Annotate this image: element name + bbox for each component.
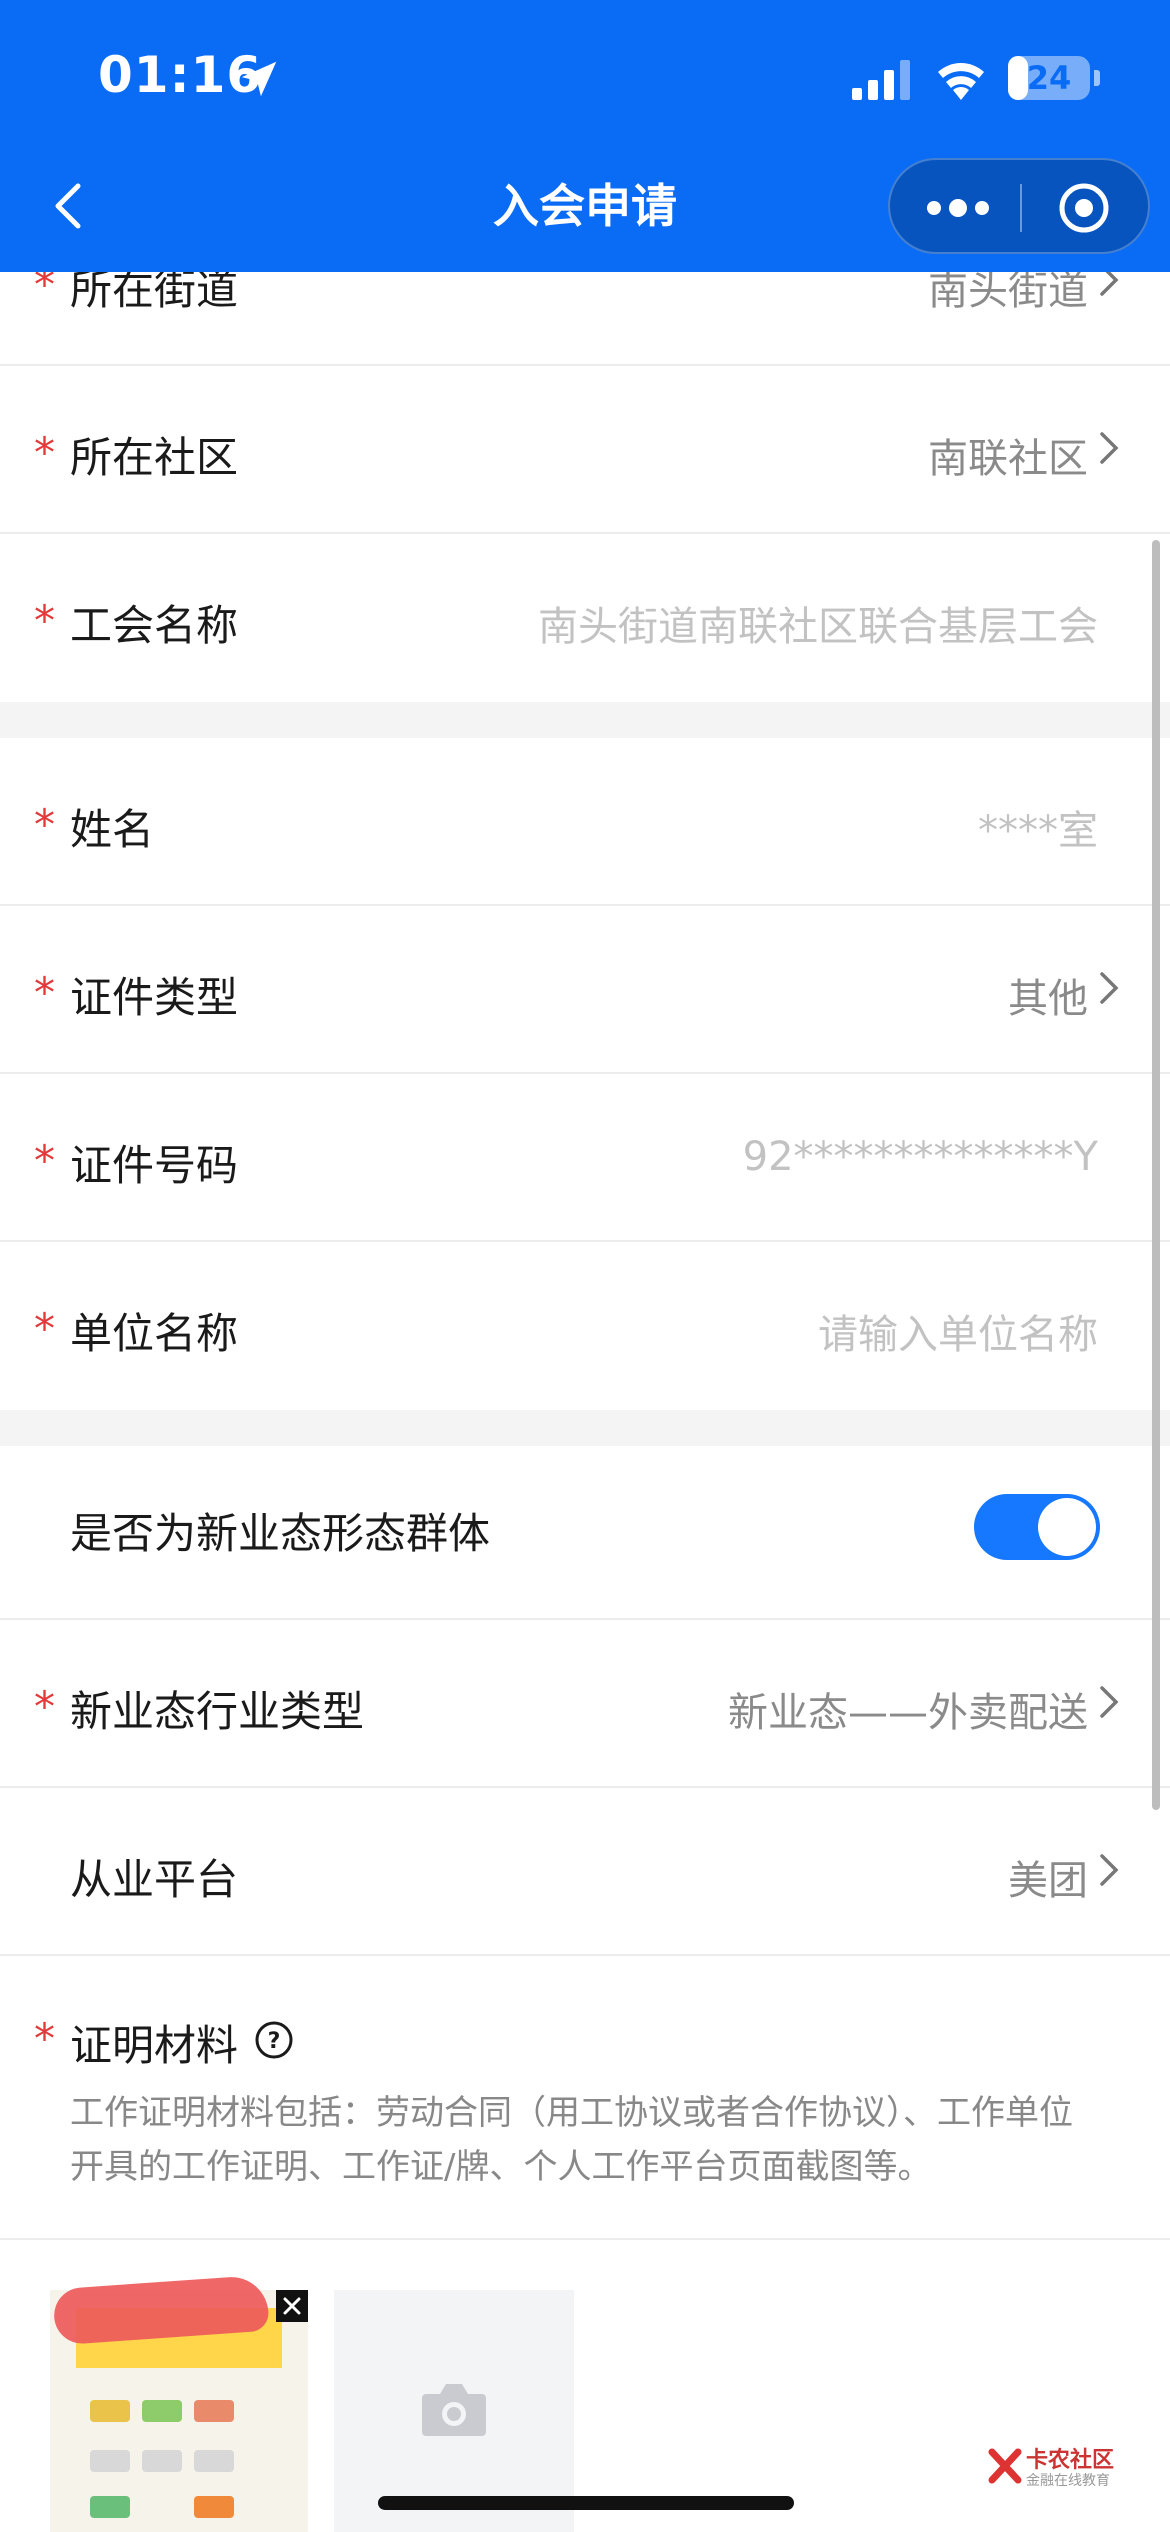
required-mark: * <box>34 1136 55 1185</box>
section-gap <box>0 1410 1170 1446</box>
wifi-icon <box>938 63 984 100</box>
watermark: 卡农社区 金融在线教育 <box>988 2440 1158 2496</box>
required-mark: * <box>34 428 55 477</box>
employer-input[interactable]: 请输入单位名称 <box>818 1302 1098 1360</box>
toggle-knob <box>1038 1498 1096 1556</box>
miniprogram-capsule <box>888 158 1150 254</box>
thumbnail-tile <box>90 2400 130 2422</box>
required-mark: * <box>34 2014 55 2063</box>
name-value[interactable]: ****室 <box>978 798 1098 856</box>
id-type-value: 其他 <box>1008 976 1088 1022</box>
new-business-toggle[interactable] <box>974 1494 1100 1560</box>
chevron-right-icon <box>1100 972 1119 1004</box>
battery-percent: 24 <box>1026 59 1072 97</box>
id-number-label: 证件号码 <box>70 1141 239 1190</box>
required-mark: * <box>34 968 55 1017</box>
scrollbar[interactable] <box>1152 540 1160 1810</box>
required-mark: * <box>34 1304 55 1353</box>
capsule-divider <box>1020 184 1022 232</box>
employer-label: 单位名称 <box>70 1309 239 1358</box>
new-business-label: 是否为新业态形态群体 <box>70 1509 491 1558</box>
watermark-logo-icon <box>988 2448 1022 2484</box>
thumbnail-tile <box>194 2400 234 2422</box>
platform-row[interactable]: 从业平台 美团 <box>0 1788 1170 1956</box>
camera-icon <box>422 2384 486 2436</box>
id-number-row[interactable]: * 证件号码 92**************Y <box>0 1074 1170 1242</box>
industry-type-label: 新业态行业类型 <box>70 1687 365 1736</box>
community-label: 所在社区 <box>70 433 239 482</box>
help-icon[interactable]: ? <box>254 2020 294 2060</box>
industry-type-row[interactable]: * 新业态行业类型 新业态——外卖配送 <box>0 1620 1170 1788</box>
union-label: 工会名称 <box>70 601 239 650</box>
thumbnail-tile <box>142 2450 182 2472</box>
location-arrow-icon <box>241 61 277 97</box>
industry-type-value: 新业态——外卖配送 <box>728 1690 1088 1736</box>
watermark-subtitle: 金融在线教育 <box>1026 2473 1110 2489</box>
required-mark: * <box>34 800 55 849</box>
id-type-row[interactable]: * 证件类型 其他 <box>0 906 1170 1074</box>
name-row[interactable]: * 姓名 ****室 <box>0 738 1170 906</box>
name-label: 姓名 <box>70 805 155 854</box>
community-value: 南联社区 <box>928 436 1088 482</box>
required-mark: * <box>34 596 55 645</box>
union-value: 南头街道南联社区联合基层工会 <box>538 604 1098 650</box>
thumbnail-tile <box>90 2450 130 2472</box>
new-business-row: 是否为新业态形态群体 <box>0 1446 1170 1620</box>
app-header: 01:16 24 入会申请 <box>0 0 1170 272</box>
close-miniprogram-icon[interactable] <box>1058 182 1110 234</box>
home-indicator <box>378 2496 794 2510</box>
cellular-signal-icon <box>852 60 910 100</box>
chevron-right-icon <box>1100 1854 1119 1886</box>
battery-indicator: 24 <box>1008 56 1090 100</box>
more-icon[interactable] <box>920 188 996 228</box>
chevron-right-icon <box>1100 432 1119 464</box>
union-row: * 工会名称 南头街道南联社区联合基层工会 <box>0 534 1170 702</box>
thumbnail-tile <box>194 2450 234 2472</box>
community-row[interactable]: * 所在社区 南联社区 <box>0 366 1170 534</box>
thumbnail-tile <box>90 2496 130 2518</box>
battery-cap <box>1094 70 1100 86</box>
thumbnail-tile <box>194 2496 234 2518</box>
id-type-label: 证件类型 <box>70 973 239 1022</box>
proof-description: 工作证明材料包括：劳动合同（用工协议或者合作协议）、工作单位开具的工作证明、工作… <box>70 2093 1073 2187</box>
chevron-right-icon <box>1100 1686 1119 1718</box>
required-mark: * <box>34 1682 55 1731</box>
thumbnail-tile <box>142 2400 182 2422</box>
section-gap <box>0 702 1170 738</box>
employer-row[interactable]: * 单位名称 请输入单位名称 <box>0 1242 1170 1410</box>
platform-label: 从业平台 <box>70 1855 239 1904</box>
id-number-value[interactable]: 92**************Y <box>743 1134 1098 1180</box>
proof-row: * 证明材料 ? 工作证明材料包括：劳动合同（用工协议或者合作协议）、工作单位开… <box>0 1956 1170 2240</box>
svg-text:?: ? <box>268 2029 281 2054</box>
platform-value: 美团 <box>1008 1858 1088 1904</box>
remove-image-icon[interactable] <box>276 2290 308 2322</box>
proof-label: 证明材料 <box>70 2021 239 2070</box>
